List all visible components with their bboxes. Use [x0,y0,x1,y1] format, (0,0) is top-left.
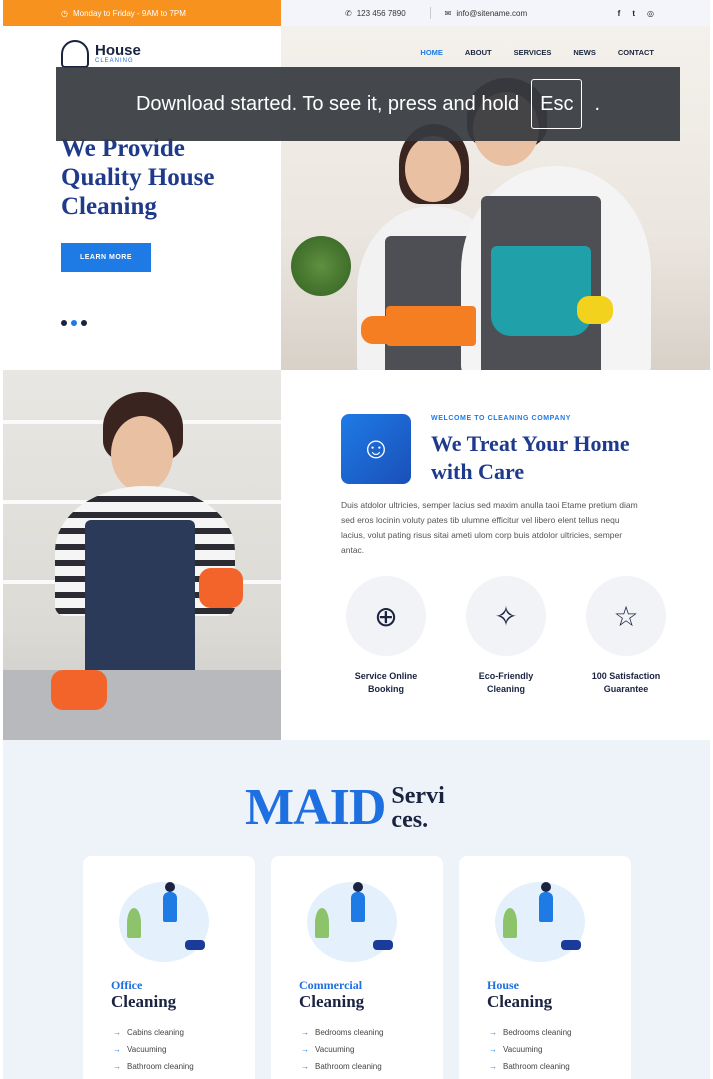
woman-face [111,416,173,492]
table [3,670,281,740]
feature-online-booking[interactable]: ⊕ Service Online Booking [341,576,431,696]
denim-apron [85,520,195,680]
vacuum-illustration [299,872,417,972]
slider-dot-1[interactable] [61,320,67,326]
feature-label: Service Online Booking [355,670,418,696]
feature-label-line-1: 100 Satisfaction [591,671,661,681]
social-links: f t ◎ [618,9,654,18]
feature-list: ⊕ Service Online Booking ✧ Eco-Friendly … [341,576,671,696]
phone-icon: ✆ [345,8,352,18]
phone-info[interactable]: ✆ 123 456 7890 [345,9,406,18]
main-nav: HOME ABOUT SERVICES NEWS CONTACT [281,48,710,57]
email-text: info@sitename.com [456,8,528,18]
feature-label: Eco-Friendly Cleaning [479,670,534,696]
orange-glove [199,568,243,608]
business-hours: ◷ Monday to Friday - 9AM to 7PM [3,0,281,26]
slider-dot-2[interactable] [71,320,77,326]
vacuum-illustration [111,872,229,972]
hours-text: Monday to Friday - 9AM to 7PM [72,8,186,18]
maid-logo-icon [61,40,89,68]
nav-about[interactable]: ABOUT [465,48,492,57]
logo[interactable]: House CLEANING [61,40,141,68]
plant-decoration [291,236,351,296]
twitter-icon[interactable]: t [632,9,635,18]
about-eyebrow: WELCOME TO CLEANING COMPANY [431,415,571,422]
facebook-icon[interactable]: f [618,9,621,18]
cleaning-bucket [491,246,591,336]
service-card-commercial[interactable]: Commercial Cleaning Bedrooms cleaning Va… [271,856,443,1079]
thumbs-up-star-icon: ☆ [586,576,666,656]
logo-title: House [95,42,141,59]
cleaning-basket [386,306,476,346]
card-list: Bedrooms cleaning Vacuuming Bathroom cle… [489,1024,571,1075]
list-item: Vacuuming [113,1041,194,1058]
broom-icon: ✧ [466,576,546,656]
list-item: Bathroom cleaning [489,1058,571,1075]
list-item: Vacuuming [489,1041,571,1058]
list-item: Bathroom cleaning [113,1058,194,1075]
envelope-icon: ✉ [444,8,452,18]
feature-label-line-2: Guarantee [603,684,649,694]
service-cards: Office Cleaning Cabins cleaning Vacuumin… [83,856,631,1079]
feature-label-line-2: Booking [368,684,404,694]
contact-strip: ✆ 123 456 7890 ✉ info@sitename.com f t ◎ [281,0,710,26]
services-section: MAID Servi ces. Office Cleaning Cabins c… [3,740,710,1079]
woman-face [405,136,461,202]
services-heading: MAID Servi ces. [245,782,455,834]
list-item: Bedrooms cleaning [301,1024,383,1041]
globe-person-icon: ⊕ [346,576,426,656]
card-list: Cabins cleaning Vacuuming Bathroom clean… [113,1024,194,1075]
download-toast: Download started. To see it, press and h… [56,67,680,141]
card-title: Cleaning [487,992,553,1011]
feature-label: 100 Satisfaction Guarantee [592,670,661,696]
list-item: Bathroom cleaning [301,1058,383,1075]
service-card-house[interactable]: House Cleaning Bedrooms cleaning Vacuumi… [459,856,631,1079]
services-heading-small: Servi ces. [391,783,445,833]
orange-glove [361,316,397,344]
slider-dot-3[interactable] [81,320,87,326]
about-title: We Treat Your Home with Care [431,431,630,484]
feature-label-line-1: Service Online [354,671,418,681]
about-section: ☺ WELCOME TO CLEANING COMPANY We Treat Y… [281,370,710,740]
about-paragraph: Duis atdolor ultricies, semper lacius se… [341,500,638,555]
feature-label-line-2: Cleaning [486,684,525,694]
about-image [3,370,281,740]
slider-dots [61,320,87,326]
vacuum-illustration [487,872,605,972]
feature-satisfaction[interactable]: ☆ 100 Satisfaction Guarantee [581,576,671,696]
nav-news[interactable]: NEWS [573,48,596,57]
instagram-icon[interactable]: ◎ [647,9,654,18]
card-subtitle: House [487,978,520,992]
list-item: Cabins cleaning [113,1024,194,1041]
card-title: Cleaning [299,992,365,1011]
divider [429,7,431,19]
feature-eco-friendly[interactable]: ✧ Eco-Friendly Cleaning [461,576,551,696]
yellow-glove [577,296,613,324]
clock-icon: ◷ [61,8,68,18]
card-title: Cleaning [111,992,177,1011]
page: ◷ Monday to Friday - 9AM to 7PM ✆ 123 45… [3,0,710,1079]
nav-services[interactable]: SERVICES [514,48,552,57]
orange-glove [51,670,107,710]
top-bar: ◷ Monday to Friday - 9AM to 7PM ✆ 123 45… [3,0,710,26]
email-info[interactable]: ✉ info@sitename.com [445,9,528,18]
card-list: Bedrooms cleaning Vacuuming Bathroom cle… [301,1024,383,1075]
nav-home[interactable]: HOME [420,48,443,57]
phone-text: 123 456 7890 [356,8,406,18]
learn-more-button[interactable]: LEARN MORE [61,243,151,272]
esc-key: Esc [531,79,583,129]
hero-title: We Provide Quality House Cleaning [61,135,215,220]
card-subtitle: Commercial [299,978,363,992]
toast-suffix: . [594,92,601,115]
card-subtitle: Office [111,978,143,992]
nav-contact[interactable]: CONTACT [618,48,654,57]
feature-label-line-1: Eco-Friendly [478,671,534,681]
list-item: Bedrooms cleaning [489,1024,571,1041]
list-item: Vacuuming [301,1041,383,1058]
toast-message: Download started. To see it, press and h… [135,92,520,115]
services-heading-big: MAID [245,779,386,836]
service-card-office[interactable]: Office Cleaning Cabins cleaning Vacuumin… [83,856,255,1079]
maid-badge-icon: ☺ [341,414,411,484]
